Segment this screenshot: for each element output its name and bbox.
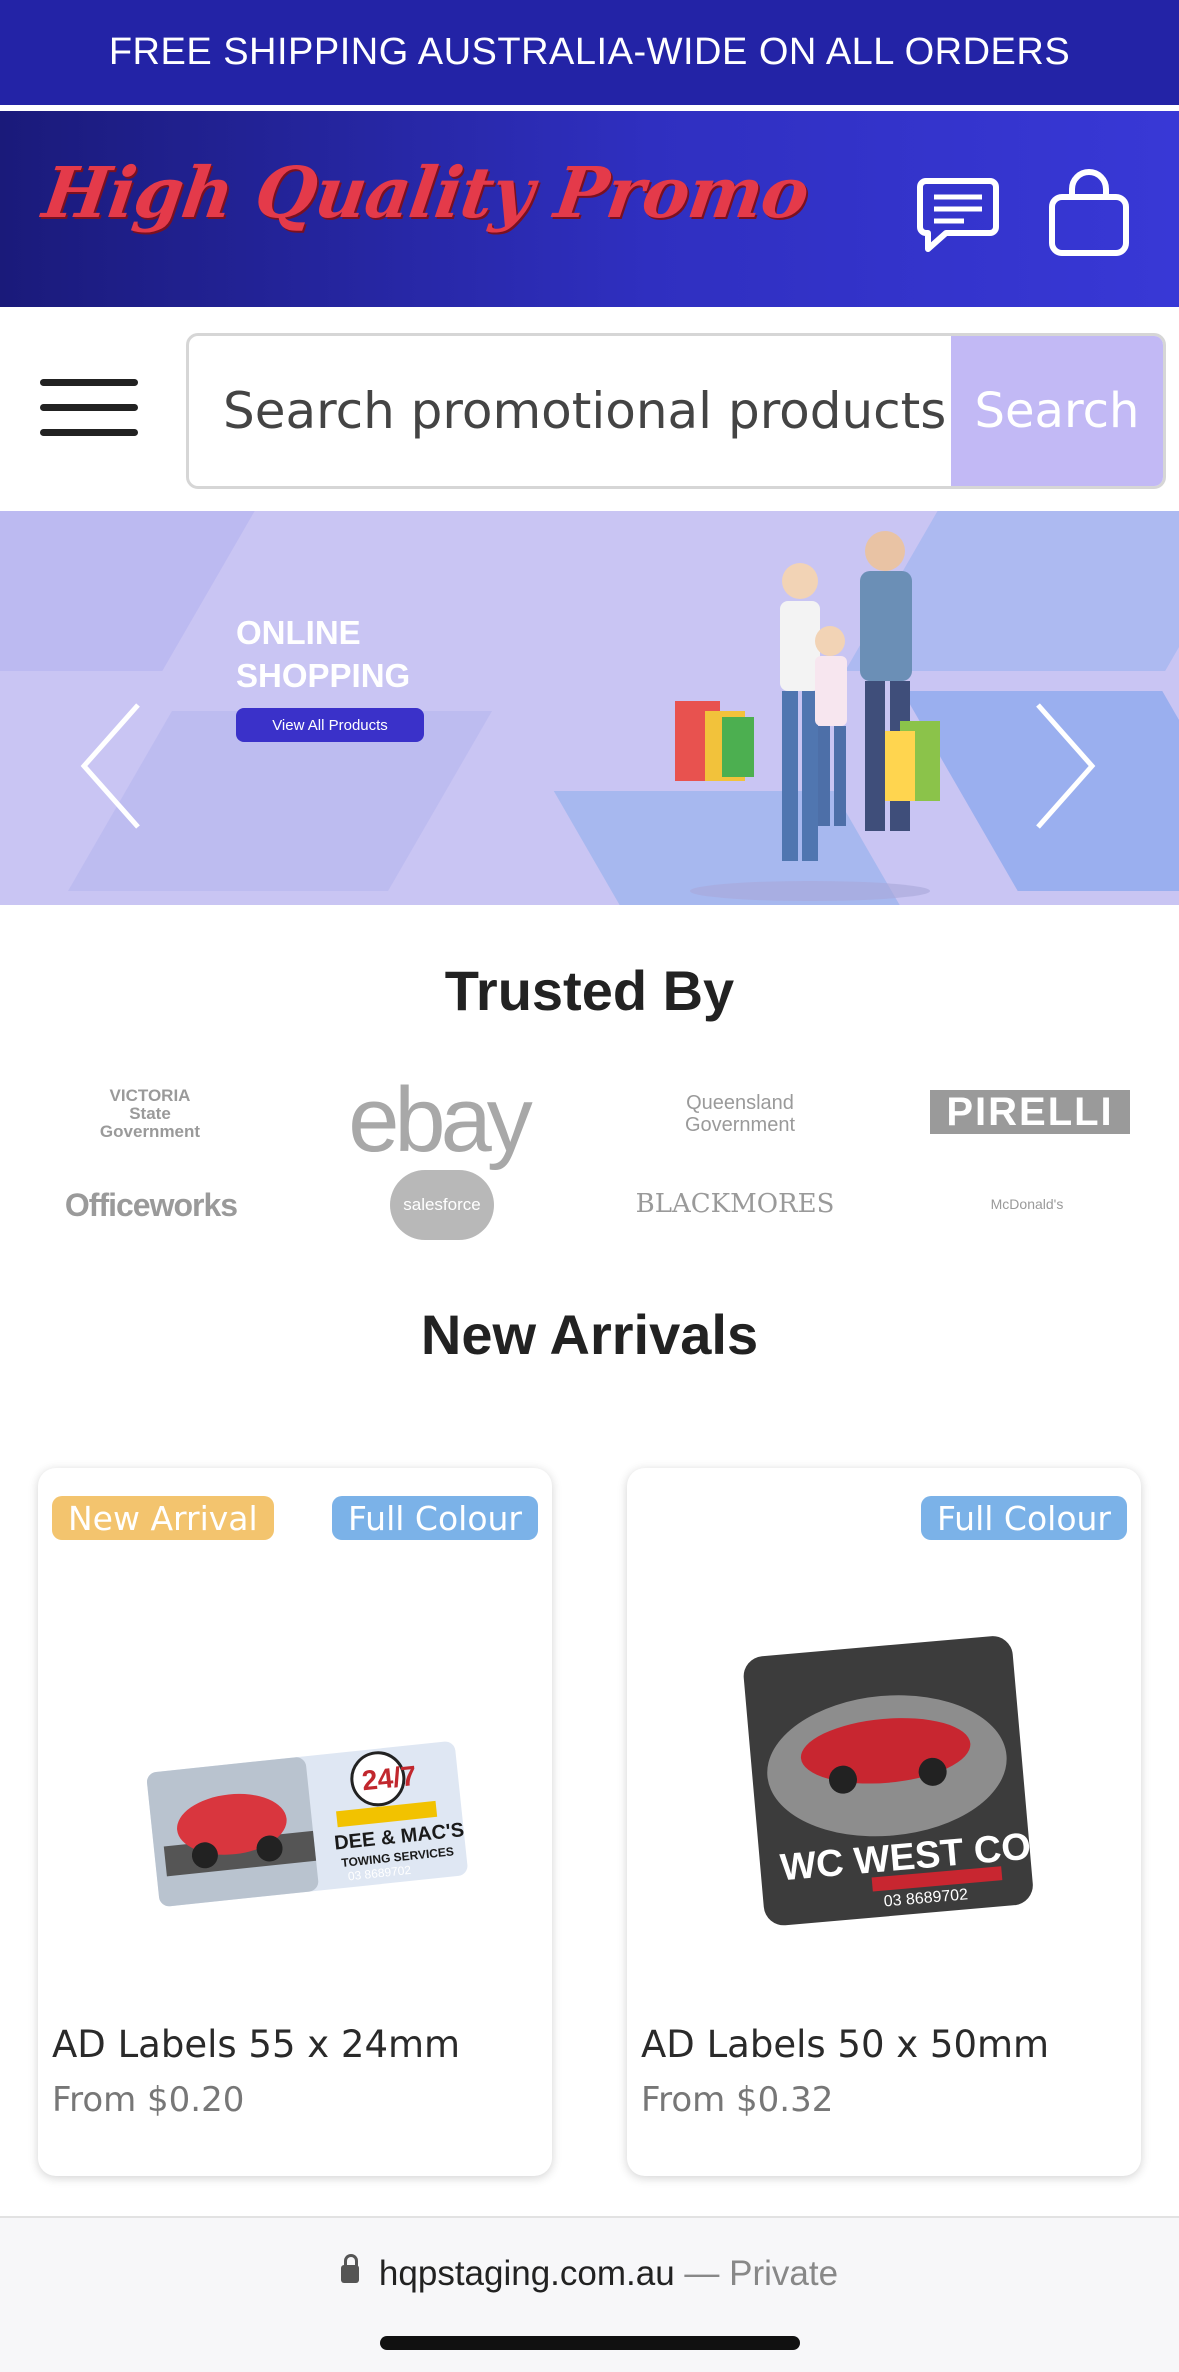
chevron-right-icon[interactable] — [1030, 701, 1100, 831]
brand-logo-ebay: ebay — [348, 1068, 533, 1171]
brand-logo-queensland: Queensland Government — [684, 1092, 796, 1136]
search-input[interactable] — [189, 336, 954, 486]
url-domain: hqpstaging.com.au — [378, 2254, 675, 2293]
brand-logo-officeworks: Officeworks — [64, 1186, 238, 1223]
new-arrivals-heading: New Arrivals — [420, 1303, 759, 1366]
trusted-by-heading: Trusted By — [444, 959, 735, 1022]
product-name[interactable]: AD Labels 50 x 50mm — [641, 2023, 1049, 2066]
product-image: WC WEST COAST 03 8689702 — [743, 1636, 1108, 1926]
brand-logo-victoria: VICTORIA State Government — [99, 1086, 201, 1141]
brand-logo-mcdonalds: McDonald's — [990, 1196, 1064, 1212]
view-all-products-button[interactable]: View All Products — [236, 708, 424, 742]
full-colour-badge: Full Colour — [332, 1496, 538, 1540]
brand-logo-pirelli: PIRELLI — [930, 1090, 1130, 1134]
chat-icon[interactable] — [912, 169, 1002, 259]
search-form: Search — [186, 333, 1166, 489]
shipping-announcement-bar: FREE SHIPPING AUSTRALIA-WIDE ON ALL ORDE… — [0, 0, 1179, 108]
brand-logo-blackmores: BLACKMORES — [635, 1189, 835, 1219]
search-row: Search — [0, 307, 1179, 511]
hamburger-menu-icon[interactable] — [40, 379, 138, 443]
product-price: From $0.20 — [52, 2080, 245, 2120]
product-name[interactable]: AD Labels 55 x 24mm — [52, 2023, 460, 2066]
hero-banner-carousel: ONLINE SHOPPING View All Products — [0, 511, 1179, 905]
product-card[interactable]: Full Colour WC WEST COAST 03 8689702 AD … — [627, 1468, 1141, 2176]
banner-shoppers-image — [675, 531, 940, 901]
shopping-bag-icon[interactable] — [1044, 169, 1134, 259]
product-image: 24/7 DEE & MAC'S TOWING SERVICES 03 8689… — [146, 1741, 468, 1907]
new-arrival-badge: New Arrival — [52, 1496, 274, 1540]
chevron-left-icon[interactable] — [76, 701, 146, 831]
banner-title: ONLINE SHOPPING — [236, 614, 411, 694]
home-indicator[interactable] — [380, 2336, 800, 2350]
product-price: From $0.32 — [641, 2080, 834, 2120]
url-display[interactable]: hqpstaging.com.au — Private — [0, 2254, 1179, 2294]
site-header: High Quality Promo — [0, 111, 1179, 307]
shipping-text: FREE SHIPPING AUSTRALIA-WIDE ON ALL ORDE… — [108, 31, 1071, 73]
full-colour-badge: Full Colour — [921, 1496, 1127, 1540]
product-card[interactable]: New Arrival Full Colour 24/7 DEE & MAC'S… — [38, 1468, 552, 2176]
trusted-brands-logos: VICTORIA State Government ebay Queenslan… — [0, 1068, 1179, 1250]
search-button[interactable]: Search — [951, 336, 1163, 486]
browser-url-bar[interactable]: hqpstaging.com.au — Private — [0, 2216, 1179, 2372]
brand-logo-salesforce: salesforce — [390, 1170, 494, 1240]
svg-text:24/7: 24/7 — [360, 1760, 417, 1797]
lock-icon — [340, 2254, 359, 2283]
site-logo[interactable]: High Quality Promo — [38, 151, 813, 234]
private-indicator: — Private — [684, 2254, 839, 2293]
